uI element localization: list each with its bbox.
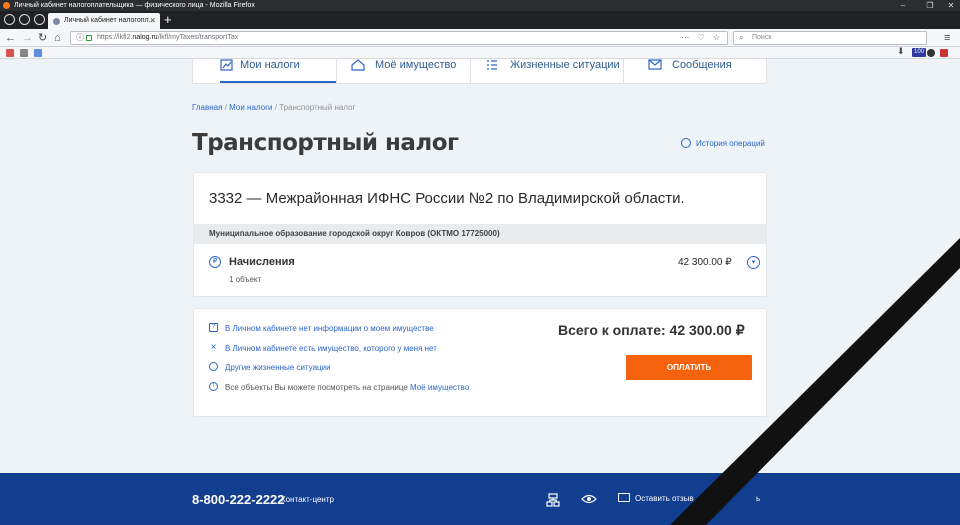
firefox-icon — [3, 2, 10, 9]
search-icon: ⌕ — [739, 33, 744, 42]
clock-icon[interactable] — [19, 14, 30, 25]
footer-phone[interactable]: 8-800-222-2222 — [192, 492, 285, 507]
pie-chart-icon — [220, 59, 233, 71]
window-titlebar: Личный кабинет налогоплательщика — физич… — [0, 0, 960, 11]
link-label: В Личном кабинете есть имущество, которо… — [225, 344, 437, 353]
window-title: Личный кабинет налогоплательщика — физич… — [14, 2, 255, 9]
property-icon — [351, 59, 365, 71]
my-property-link[interactable]: Моё имущество — [410, 383, 469, 392]
tab-title: Личный кабинет налогопл... — [64, 17, 155, 24]
browser-navbar: ← → ↻ ⌂ ⓘ https://lkfl2.nalog.ru/lkfl/my… — [0, 29, 960, 47]
info-icon: ! — [209, 382, 218, 392]
municipality-bar: Муниципальное образование городской окру… — [194, 224, 766, 244]
url-host: nalog.ru — [132, 34, 158, 41]
page-actions-icons[interactable]: ⋯ ♡ ☆ — [681, 32, 723, 44]
no-property-info-link[interactable]: ? В Личном кабинете нет информации о моем… — [209, 323, 434, 334]
tax-card: 3332 — Межрайонная ИФНС России №2 по Вла… — [193, 172, 767, 297]
site-nav: Мои налоги Моё имущество Жизненные ситуа… — [192, 59, 767, 84]
breadcrumb-my-taxes[interactable]: Мои налоги — [229, 103, 272, 112]
nav-label: Сообщения — [672, 59, 732, 71]
inspection-title: 3332 — Межрайонная ИФНС России №2 по Вла… — [209, 190, 685, 207]
forward-icon[interactable]: → — [22, 31, 33, 45]
nav-my-property[interactable]: Моё имущество — [351, 59, 456, 83]
nav-my-taxes[interactable]: Мои налоги — [220, 59, 336, 83]
page-title: Транспортный налог — [192, 130, 459, 156]
question-icon: ? — [209, 323, 218, 333]
tab-close-icon[interactable]: ✕ — [149, 13, 156, 29]
circle-icon — [209, 362, 218, 372]
extra-property-link[interactable]: × В Личном кабинете есть имущество, котор… — [209, 342, 437, 354]
close-window-icon[interactable]: ✕ — [941, 0, 960, 11]
history-link[interactable]: История операций — [681, 137, 765, 150]
comment-icon — [618, 493, 630, 503]
minimize-icon[interactable]: – — [893, 0, 913, 11]
search-bar[interactable]: ⌕ Поиск — [733, 31, 927, 45]
reload-icon[interactable]: ↻ — [38, 31, 47, 45]
accruals-amount: 42 300.00 ₽ — [678, 257, 732, 268]
tab-strip: Личный кабинет налогопл... ✕ + — [0, 11, 960, 29]
feedback-link[interactable]: Оставить отзыв — [618, 493, 694, 503]
ruble-icon: ₽ — [209, 256, 221, 268]
sitemap-icon[interactable] — [546, 493, 560, 507]
info-icon[interactable]: ⓘ — [76, 34, 84, 42]
envelope-icon — [648, 59, 662, 70]
back-icon[interactable]: ← — [5, 31, 16, 45]
bookmark-icon[interactable] — [6, 49, 14, 57]
history-icon — [681, 137, 691, 148]
breadcrumb: Главная / Мои налоги / Транспортный нало… — [192, 103, 355, 112]
lock-icon — [86, 35, 92, 41]
total-to-pay: Всего к оплате: 42 300.00 ₽ — [558, 322, 745, 338]
nav-life-situations[interactable]: Жизненные ситуации — [486, 59, 620, 83]
nav-label: Жизненные ситуации — [510, 59, 620, 71]
url-prefix: https://lkfl2. — [97, 34, 133, 41]
nav-messages[interactable]: Сообщения — [648, 59, 732, 83]
history-icon[interactable] — [34, 14, 45, 25]
url-path: /lkfl/myTaxes/transportTax — [157, 34, 239, 41]
nav-divider — [470, 59, 471, 83]
extension-icon[interactable] — [940, 49, 948, 57]
home-icon[interactable]: ⌂ — [54, 31, 61, 45]
new-tab-icon[interactable]: + — [164, 12, 172, 28]
footer: 8-800-222-2222 Контакт-центр Оставить от… — [0, 473, 960, 525]
bookmark-icon[interactable] — [20, 49, 28, 57]
tab-favicon-icon — [53, 18, 60, 25]
hamburger-menu-icon[interactable]: ≡ — [944, 31, 950, 45]
search-placeholder: Поиск — [752, 34, 772, 41]
feedback-label: Оставить отзыв — [635, 494, 694, 503]
close-icon: × — [210, 342, 217, 354]
footer-contact-center[interactable]: Контакт-центр — [281, 495, 334, 504]
breadcrumb-current: Транспортный налог — [279, 103, 356, 112]
nav-label: Мои налоги — [240, 59, 300, 71]
bookmark-icon[interactable] — [34, 49, 42, 57]
nav-divider — [623, 59, 624, 83]
extension-icon[interactable] — [927, 49, 935, 57]
info-row: ! Все объекты Вы можете посмотреть на стр… — [209, 382, 469, 393]
history-label: История операций — [696, 139, 765, 148]
browser-tab[interactable]: Личный кабинет налогопл... ✕ — [48, 13, 160, 29]
info-text: Все объекты Вы можете посмотреть на стра… — [225, 383, 411, 392]
nav-label: Моё имущество — [375, 59, 457, 71]
accruals-label[interactable]: Начисления — [229, 256, 295, 268]
breadcrumb-home[interactable]: Главная — [192, 103, 222, 112]
accruals-objects: 1 объект — [229, 275, 262, 284]
bookmarks-bar: ⬇ 100 — [0, 46, 960, 59]
pay-button[interactable]: ОПЛАТИТЬ — [626, 355, 752, 380]
list-icon — [487, 60, 497, 70]
link-label: Другие жизненные ситуации — [225, 363, 331, 372]
nav-divider — [336, 59, 337, 83]
eye-icon[interactable] — [581, 493, 597, 505]
life-situations-link[interactable]: Другие жизненные ситуации — [209, 362, 331, 373]
download-icon[interactable]: ⬇ — [897, 46, 905, 57]
summary-card: ? В Личном кабинете нет информации о моем… — [193, 308, 767, 417]
extension-badge[interactable]: 100 — [912, 48, 927, 57]
menu-circle-icon[interactable] — [4, 14, 15, 25]
link-label: В Личном кабинете нет информации о моем … — [225, 324, 434, 333]
url-bar[interactable]: ⓘ https://lkfl2.nalog.ru/lkfl/myTaxes/tr… — [70, 31, 728, 45]
chevron-down-icon[interactable]: ▾ — [747, 256, 760, 269]
maximize-icon[interactable]: ❐ — [920, 0, 940, 11]
footer-extra-text: ь — [756, 494, 761, 503]
